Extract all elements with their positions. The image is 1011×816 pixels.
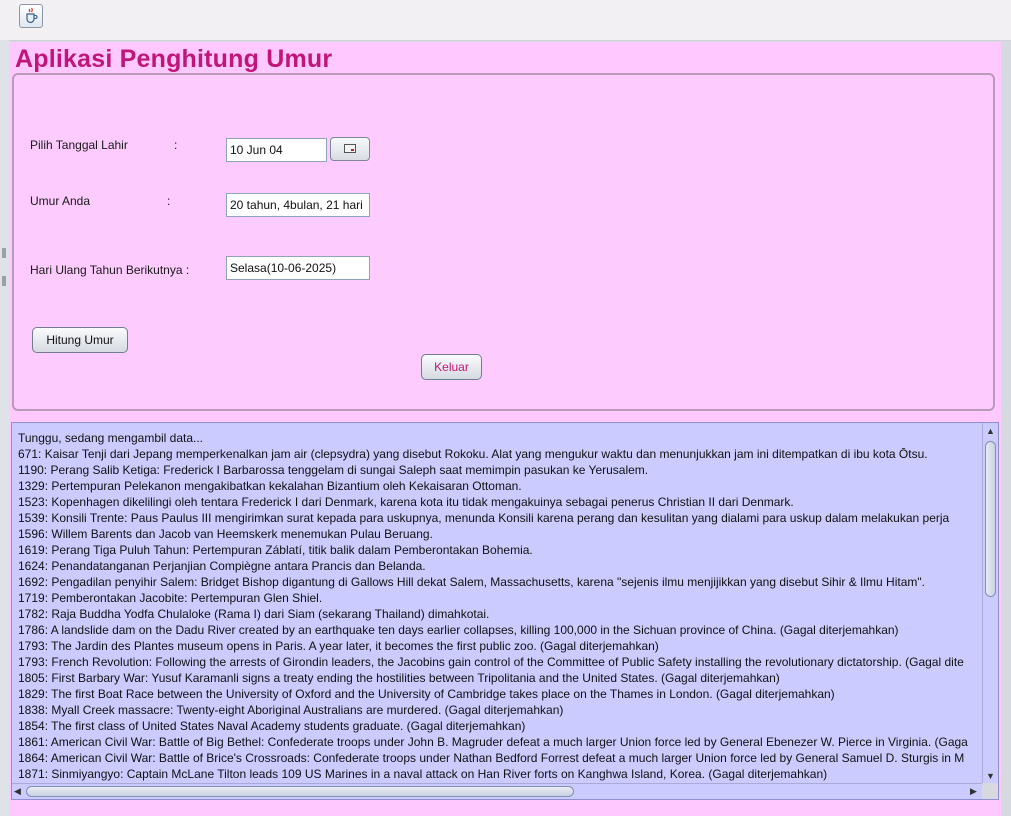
edge-marker [2,276,6,286]
log-line: 1619: Perang Tiga Puluh Tahun: Pertempur… [18,543,533,557]
scroll-right-icon[interactable]: ▶ [970,786,977,796]
log-line: 1786: A landslide dam on the Dadu River … [18,623,899,637]
log-line: 671: Kaisar Tenji dari Jepang memperkena… [18,447,928,461]
edge-marker [2,248,6,258]
log-line: 1793: French Revolution: Following the a… [18,655,964,669]
birthdate-field[interactable]: 10 Jun 04 [226,138,327,162]
app-title: Aplikasi Penghitung Umur [15,45,333,73]
log-line: 1805: First Barbary War: Yusuf Karamanli… [18,671,780,685]
log-line: 1523: Kopenhagen dikelilingi oleh tentar… [18,495,794,509]
birthdate-label: Pilih Tanggal Lahir [30,138,128,152]
log-line: 1782: Raja Buddha Yodfa Chulaloke (Rama … [18,607,490,621]
log-line: 1854: The first class of United States N… [18,719,526,733]
horizontal-scroll-thumb[interactable] [26,786,574,797]
vertical-scroll-thumb[interactable] [985,441,996,597]
log-line: 1829: The first Boat Race between the Un… [18,687,835,701]
events-log-area[interactable]: Tunggu, sedang mengambil data... 671: Kai… [11,422,999,800]
scroll-left-icon[interactable]: ◀ [14,786,21,796]
age-colon: : [167,194,171,208]
log-line: 1793: The Jardin des Plantes museum open… [18,639,659,653]
calendar-button[interactable] [330,137,370,161]
log-line: 1692: Pengadilan penyihir Salem: Bridget… [18,575,925,589]
scroll-up-icon[interactable]: ▲ [986,426,995,436]
log-line: 1871: Sinmiyangyo: Captain McLane Tilton… [18,767,828,781]
window-toolbar [0,0,1011,41]
vertical-scrollbar[interactable]: ▲ ▼ [982,423,998,785]
exit-button[interactable]: Keluar [421,354,482,380]
java-cup-icon[interactable] [19,4,43,28]
scroll-down-icon[interactable]: ▼ [986,771,995,781]
scroll-corner [982,783,998,799]
next-birthday-label: Hari Ulang Tahun Berikutnya : [30,263,190,277]
log-line: 1539: Konsili Trente: Paus Paulus III me… [18,511,950,525]
events-log-text: Tunggu, sedang mengambil data... 671: Kai… [18,430,982,792]
window-edge [0,40,9,816]
log-line: 1329: Pertempuran Pelekanon mengakibatka… [18,479,522,493]
age-field[interactable]: 20 tahun, 4bulan, 21 hari [226,193,370,217]
app-frame: Aplikasi Penghitung Umur Pilih Tanggal L… [9,42,1001,816]
next-birthday-field[interactable]: Selasa(10-06-2025) [226,256,370,280]
input-panel: Pilih Tanggal Lahir : 10 Jun 04 Umur And… [12,73,995,411]
calculate-age-button[interactable]: Hitung Umur [32,327,128,353]
birthdate-colon: : [174,138,178,152]
calendar-icon [344,144,356,153]
log-line: 1861: American Civil War: Battle of Big … [18,735,968,749]
horizontal-scrollbar[interactable]: ◀ ▶ [12,783,984,799]
age-label: Umur Anda [30,194,91,208]
log-line: Tunggu, sedang mengambil data... [18,431,204,445]
log-line: 1719: Pemberontakan Jacobite: Pertempura… [18,591,323,605]
log-line: 1838: Myall Creek massacre: Twenty-eight… [18,703,564,717]
log-line: 1190: Perang Salib Ketiga: Frederick I B… [18,463,649,477]
log-line: 1864: American Civil War: Battle of Bric… [18,751,965,765]
log-line: 1624: Penandatanganan Perjanjian Compièg… [18,559,426,573]
log-line: 1596: Willem Barents dan Jacob van Heems… [18,527,433,541]
